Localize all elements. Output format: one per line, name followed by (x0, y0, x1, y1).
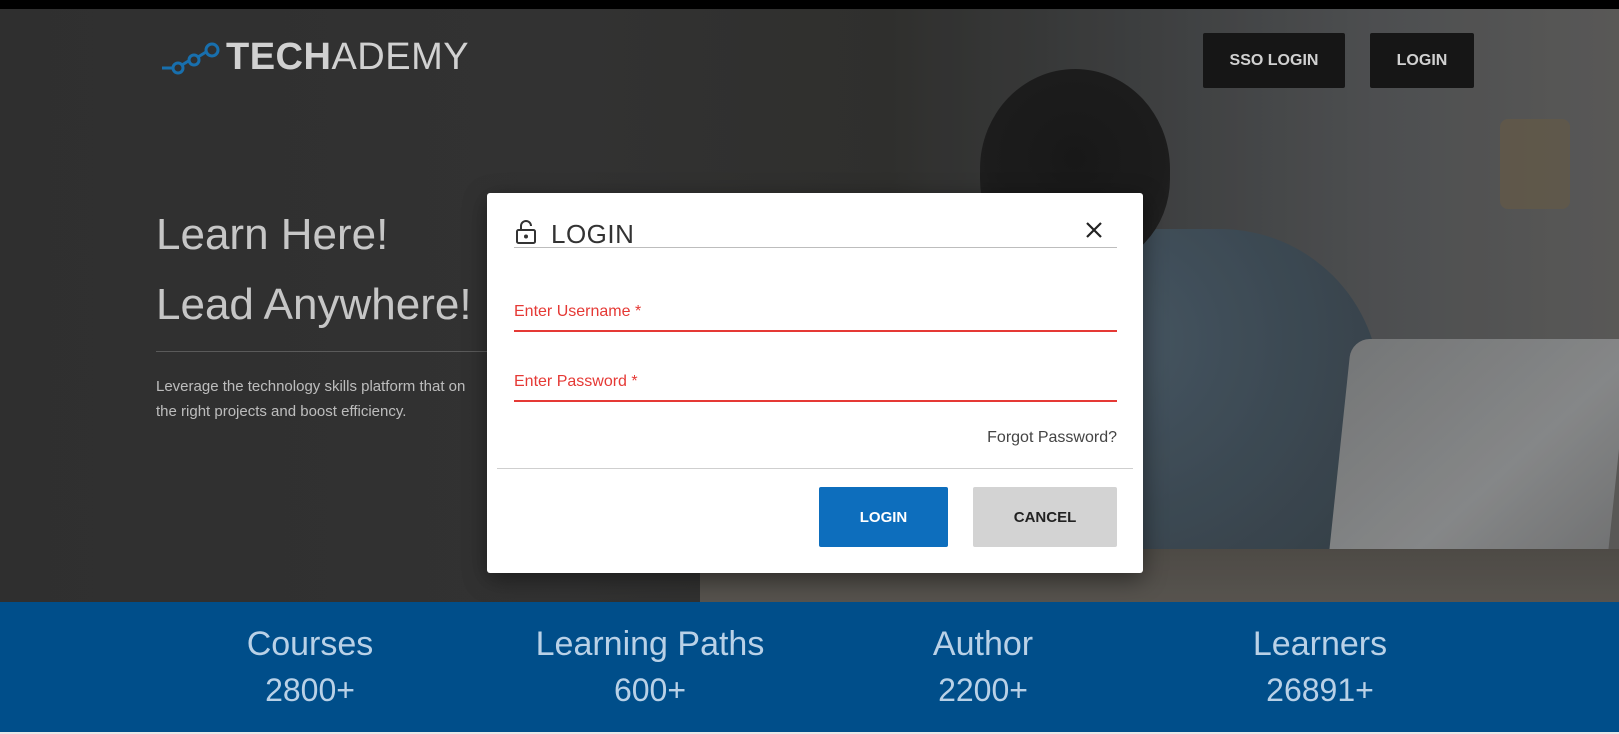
modal-title: LOGIN (551, 219, 635, 249)
stat-author: Author 2200+ (873, 622, 1093, 714)
forgot-password-link[interactable]: Forgot Password? (946, 429, 1117, 447)
login-modal: LOGIN Enter Username * Enter Password * … (487, 193, 1143, 573)
modal-footer-divider (497, 468, 1133, 469)
modal-header: LOGIN (514, 215, 1117, 249)
stats-bar: Courses 2800+ Learning Paths 600+ Author… (0, 602, 1619, 732)
password-field: Enter Password * (514, 373, 1117, 402)
stat-label: Author (932, 625, 1034, 663)
stat-learning-paths: Learning Paths 600+ (520, 622, 780, 714)
username-label: Enter Username * (514, 303, 642, 320)
stat-label: Learners (1252, 625, 1388, 663)
password-input[interactable] (514, 396, 1117, 402)
stat-label: Courses (246, 625, 374, 663)
password-label: Enter Password * (514, 373, 638, 390)
stat-courses: Courses 2800+ (200, 622, 420, 714)
lock-icon (516, 220, 536, 244)
stat-value: 2800+ (265, 672, 355, 708)
username-input[interactable] (514, 326, 1117, 332)
stat-label: Learning Paths (535, 625, 765, 663)
modal-login-button[interactable]: LOGIN (819, 487, 948, 547)
close-icon[interactable] (1081, 217, 1107, 243)
modal-cancel-button[interactable]: CANCEL (973, 487, 1117, 547)
stat-value: 26891+ (1266, 672, 1374, 708)
top-bar (0, 0, 1619, 9)
username-field: Enter Username * (514, 303, 1117, 332)
stat-value: 2200+ (938, 672, 1028, 708)
stat-value: 600+ (613, 672, 687, 708)
stat-learners: Learners 26891+ (1210, 622, 1430, 714)
